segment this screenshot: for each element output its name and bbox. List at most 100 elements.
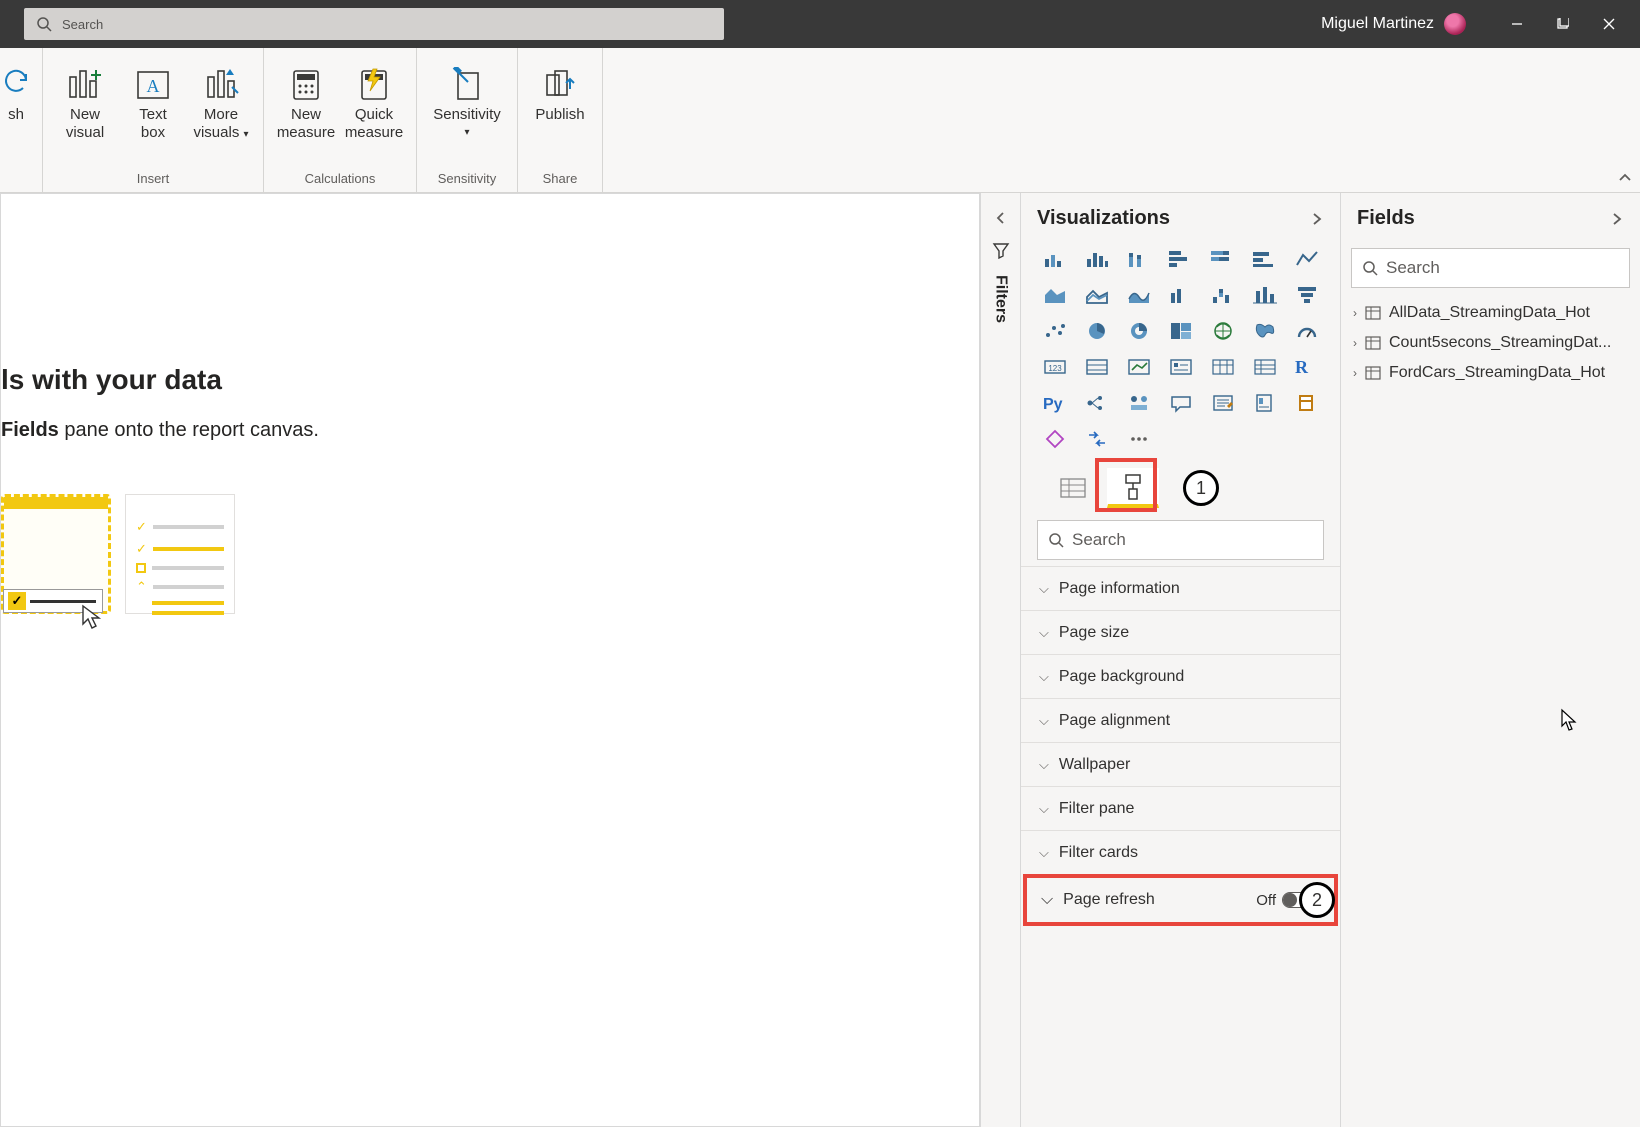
viz-type-3[interactable] — [1163, 244, 1199, 274]
field-table[interactable]: ›Count5secons_StreamingDat... — [1341, 328, 1640, 358]
ribbon-group-label: Insert — [137, 167, 170, 190]
canvas-illustration: ✓ ✓ ✓ ⌃ — [1, 494, 235, 614]
viz-type-33[interactable] — [1247, 388, 1283, 418]
format-section-page-alignment[interactable]: ⌵Page alignment — [1021, 698, 1340, 742]
viz-type-21[interactable]: 123 — [1037, 352, 1073, 382]
ribbon-sensitivity-button[interactable]: Sensitivity ▾ — [427, 58, 507, 167]
viz-type-32[interactable] — [1205, 388, 1241, 418]
viz-type-35[interactable] — [1037, 424, 1073, 454]
workspace: ls with your data Fields pane onto the r… — [0, 193, 1640, 1127]
window-close-button[interactable] — [1586, 4, 1632, 44]
viz-type-5[interactable] — [1247, 244, 1283, 274]
callout-highlight-format — [1095, 458, 1157, 512]
ribbon-more-visuals-button[interactable]: More visuals ▾ — [189, 58, 253, 167]
filters-label: Filters — [992, 275, 1010, 323]
chevron-left-icon — [994, 211, 1008, 225]
chevron-right-icon[interactable] — [1310, 212, 1324, 226]
window-maximize-button[interactable] — [1540, 4, 1586, 44]
ribbon-refresh-button[interactable]: sh — [0, 58, 32, 167]
table-icon — [1365, 366, 1381, 380]
viz-type-28[interactable]: Py — [1037, 388, 1073, 418]
format-section-page-size[interactable]: ⌵Page size — [1021, 610, 1340, 654]
window-minimize-button[interactable] — [1494, 4, 1540, 44]
format-section-page-background[interactable]: ⌵Page background — [1021, 654, 1340, 698]
viz-type-20[interactable] — [1289, 316, 1325, 346]
format-section-page-refresh[interactable]: ⌵ Page refresh Off — [1027, 878, 1334, 922]
cursor-icon — [1560, 708, 1580, 732]
viz-type-37[interactable] — [1121, 424, 1157, 454]
viz-type-13[interactable] — [1289, 280, 1325, 310]
chevron-down-icon: ⌵ — [1039, 757, 1049, 773]
fields-tab[interactable] — [1047, 468, 1099, 508]
chevron-right-icon[interactable] — [1610, 212, 1624, 226]
viz-type-7[interactable] — [1037, 280, 1073, 310]
page-refresh-section-highlight: ⌵ Page refresh Off 2 — [1023, 874, 1338, 926]
report-canvas[interactable]: ls with your data Fields pane onto the r… — [0, 193, 980, 1127]
format-search-input[interactable]: Search — [1037, 520, 1324, 560]
svg-text:R: R — [1295, 357, 1309, 377]
search-icon — [1362, 260, 1378, 276]
format-section-filter-cards[interactable]: ⌵Filter cards — [1021, 830, 1340, 874]
viz-type-34[interactable] — [1289, 388, 1325, 418]
ribbon-quick-measure-button[interactable]: Quickmeasure — [342, 58, 406, 167]
titlebar: Search Miguel Martinez — [0, 0, 1640, 48]
viz-type-17[interactable] — [1163, 316, 1199, 346]
ribbon-text-box-button[interactable]: A Textbox — [121, 58, 185, 167]
ribbon-publish-button[interactable]: Publish — [528, 58, 592, 167]
format-section-page-information[interactable]: ⌵Page information — [1021, 566, 1340, 610]
chevron-down-icon: ▾ — [464, 127, 469, 139]
chevron-down-icon: ▾ — [244, 129, 249, 140]
callout-marker-2: 2 — [1299, 882, 1335, 918]
viz-type-29[interactable] — [1079, 388, 1115, 418]
viz-type-30[interactable] — [1121, 388, 1157, 418]
viz-type-26[interactable] — [1247, 352, 1283, 382]
ribbon-new-measure-button[interactable]: Newmeasure — [274, 58, 338, 167]
search-icon — [36, 16, 52, 32]
viz-type-15[interactable] — [1079, 316, 1115, 346]
viz-type-31[interactable] — [1163, 388, 1199, 418]
visualization-gallery: 123 R Py — [1021, 244, 1340, 462]
filter-icon — [992, 241, 1010, 259]
chevron-down-icon: ⌵ — [1039, 669, 1049, 685]
viz-type-12[interactable] — [1247, 280, 1283, 310]
viz-type-14[interactable] — [1037, 316, 1073, 346]
viz-type-16[interactable] — [1121, 316, 1157, 346]
fields-search-input[interactable]: Search — [1351, 248, 1630, 288]
format-section-wallpaper[interactable]: ⌵Wallpaper — [1021, 742, 1340, 786]
ribbon-collapse-button[interactable] — [1618, 171, 1632, 188]
chevron-right-icon: › — [1353, 336, 1357, 350]
viz-type-0[interactable] — [1037, 244, 1073, 274]
viz-type-19[interactable] — [1247, 316, 1283, 346]
viz-type-1[interactable] — [1079, 244, 1115, 274]
ribbon-new-visual-button[interactable]: Newvisual — [53, 58, 117, 167]
viz-type-22[interactable] — [1079, 352, 1115, 382]
chevron-down-icon: ⌵ — [1039, 845, 1049, 861]
field-table[interactable]: ›FordCars_StreamingData_Hot — [1341, 358, 1640, 388]
viz-type-36[interactable] — [1079, 424, 1115, 454]
page-refresh-label: Page refresh — [1063, 891, 1155, 909]
global-search-input[interactable]: Search — [24, 8, 724, 40]
format-section-filter-pane[interactable]: ⌵Filter pane — [1021, 786, 1340, 830]
viz-type-11[interactable] — [1205, 280, 1241, 310]
visualizations-pane: Visualizations 123RPy 1 Search ⌵Page inf… — [1020, 193, 1340, 1127]
field-table[interactable]: ›AllData_StreamingData_Hot — [1341, 298, 1640, 328]
viz-type-6[interactable] — [1289, 244, 1325, 274]
ribbon-group-label: Sensitivity — [438, 167, 497, 190]
viz-type-18[interactable] — [1205, 316, 1241, 346]
table-icon — [1365, 336, 1381, 350]
canvas-subheading: Fields pane onto the report canvas. — [1, 419, 319, 442]
viz-type-25[interactable] — [1205, 352, 1241, 382]
avatar[interactable] — [1444, 13, 1466, 35]
viz-type-23[interactable] — [1121, 352, 1157, 382]
viz-type-4[interactable] — [1205, 244, 1241, 274]
viz-type-9[interactable] — [1121, 280, 1157, 310]
viz-type-27[interactable]: R — [1289, 352, 1325, 382]
chevron-down-icon: ⌵ — [1039, 713, 1049, 729]
svg-text:Py: Py — [1043, 396, 1063, 413]
viz-type-2[interactable] — [1121, 244, 1157, 274]
viz-type-24[interactable] — [1163, 352, 1199, 382]
viz-type-8[interactable] — [1079, 280, 1115, 310]
filters-pane-collapsed[interactable]: Filters — [980, 193, 1020, 1127]
username-label: Miguel Martinez — [1321, 15, 1434, 33]
viz-type-10[interactable] — [1163, 280, 1199, 310]
